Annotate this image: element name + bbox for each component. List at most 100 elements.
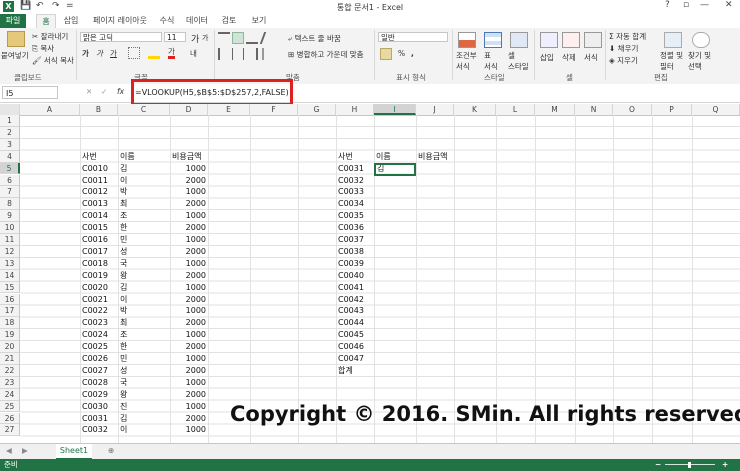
find-select-label[interactable]: 찾기 및 선택 [688,50,711,72]
row-header-10[interactable]: 10 [0,222,20,234]
wrap-text-button[interactable]: ⤶ 텍스트 줄 바꿈 [288,33,341,44]
row-header-3[interactable]: 3 [0,138,20,151]
column-header-p[interactable]: P [652,104,692,115]
name-cell[interactable]: 국 [120,258,156,270]
cell-styles-label[interactable]: 셀 스타일 [508,50,529,72]
conditional-format-icon[interactable] [458,32,476,48]
name-cell[interactable]: 민 [120,353,156,365]
row-header-11[interactable]: 11 [0,234,20,246]
align-left-icon[interactable] [218,48,230,60]
column-header-m[interactable]: M [535,104,575,115]
name-cell[interactable]: 한 [120,222,156,234]
lookup-emp-id-cell[interactable]: C0045 [338,329,374,341]
tab-page-layout[interactable]: 페이지 레이아웃 [90,14,150,28]
align-top-icon[interactable] [218,32,230,44]
emp-id-cell[interactable]: C0032 [82,424,118,436]
cost-cell[interactable]: 1000 [170,234,206,246]
header-name[interactable]: 이름 [120,151,156,163]
sort-filter-icon[interactable] [664,32,682,48]
lookup-emp-id-cell[interactable]: C0032 [338,175,374,187]
cost-cell[interactable]: 2000 [170,341,206,353]
cell-styles-icon[interactable] [510,32,528,48]
delete-cells-label[interactable]: 삭제 [562,52,576,63]
fill-button[interactable]: ⬇ 채우기 [609,43,638,54]
next-sheet-icon[interactable]: ▶ [22,446,28,455]
lookup-emp-id-cell[interactable]: C0036 [338,222,374,234]
cost-cell[interactable]: 1000 [170,401,206,413]
lookup-emp-id-cell[interactable]: C0034 [338,198,374,210]
row-header-7[interactable]: 7 [0,186,20,199]
insert-cells-icon[interactable] [540,32,558,48]
row-header-24[interactable]: 24 [0,388,20,401]
sort-filter-label[interactable]: 정렬 및 필터 [660,50,683,72]
clear-button[interactable]: ◈ 지우기 [609,55,638,66]
cost-cell[interactable]: 1000 [170,282,206,294]
cost-cell[interactable]: 1000 [170,329,206,341]
find-select-icon[interactable] [692,32,710,48]
worksheet-grid[interactable]: 1 2 3 4 5 6 7 8 9 10 11 12 13 14 15 16 17 18 19 20 21 22 23 24 2… [0,115,740,443]
row-header-25[interactable]: 25 [0,400,20,413]
lookup-emp-id-cell[interactable]: C0033 [338,186,374,198]
ribbon-display-icon[interactable]: ▫ [683,0,689,10]
name-cell[interactable]: 성 [120,246,156,258]
emp-id-cell[interactable]: C0023 [82,317,118,329]
emp-id-cell[interactable]: C0026 [82,353,118,365]
number-format-select[interactable]: 일반 [378,32,448,42]
name-cell[interactable]: 이 [120,175,156,187]
cost-cell[interactable]: 2000 [170,270,206,282]
tab-insert[interactable]: 삽입 [60,14,82,28]
merge-center-button[interactable]: ⊞ 병합하고 가운데 맞춤 [288,49,364,60]
name-cell[interactable]: 박 [120,305,156,317]
column-header-j[interactable]: J [416,104,454,115]
cost-cell[interactable]: 2000 [170,198,206,210]
name-cell[interactable]: 김 [120,282,156,294]
cost-cell[interactable]: 2000 [170,413,206,425]
format-painter-button[interactable]: 🖌 서식 복사 [32,55,74,66]
select-all-button[interactable] [0,104,20,115]
lookup-emp-id-cell[interactable]: C0044 [338,317,374,329]
font-color-button[interactable]: 가 [168,47,175,59]
delete-cells-icon[interactable] [562,32,580,48]
row-header-8[interactable]: 8 [0,198,20,211]
italic-button[interactable]: 가 [96,48,103,59]
indent-icon[interactable] [262,48,274,60]
add-sheet-icon[interactable]: ⊕ [108,446,114,455]
emp-id-cell[interactable]: C0028 [82,377,118,389]
enter-formula-icon[interactable]: ✓ [101,87,107,96]
lookup-emp-id-cell[interactable]: C0042 [338,294,374,306]
name-cell[interactable]: 김 [120,163,156,175]
emp-id-cell[interactable]: C0019 [82,270,118,282]
lookup-emp-id-cell[interactable]: C0046 [338,341,374,353]
emp-id-cell[interactable]: C0022 [82,305,118,317]
cost-cell[interactable]: 1000 [170,186,206,198]
cost-cell[interactable]: 1000 [170,163,206,175]
cancel-formula-icon[interactable]: ✕ [86,87,92,96]
column-header-b[interactable]: B [80,104,118,115]
lookup-emp-id-cell[interactable]: C0039 [338,258,374,270]
emp-id-cell[interactable]: C0020 [82,282,118,294]
column-header-n[interactable]: N [575,104,613,115]
lookup-header-cost[interactable]: 비용금액 [418,151,454,163]
header-cost[interactable]: 비용금액 [172,151,208,163]
orientation-icon[interactable] [259,32,277,44]
column-header-d[interactable]: D [170,104,208,115]
copy-button[interactable]: ⎘ 복사 [32,43,54,54]
row-header-21[interactable]: 21 [0,353,20,365]
tab-file[interactable]: 파일 [0,14,26,28]
lookup-emp-id-cell[interactable]: C0038 [338,246,374,258]
cost-cell[interactable]: 2000 [170,389,206,401]
format-as-table-icon[interactable] [484,32,502,48]
grow-font-button[interactable]: 가 [191,32,199,45]
row-header-20[interactable]: 20 [0,341,20,353]
minimize-button[interactable]: — [700,0,709,10]
column-header-l[interactable]: L [496,104,535,115]
phonetic-button[interactable]: 내 [190,48,197,59]
name-cell[interactable]: 최 [120,198,156,210]
lookup-emp-id-cell[interactable]: C0043 [338,305,374,317]
format-cells-label[interactable]: 서식 [584,52,598,63]
cost-cell[interactable]: 1000 [170,424,206,436]
currency-icon[interactable] [380,48,392,60]
cost-cell[interactable]: 2000 [170,246,206,258]
column-header-q[interactable]: Q [692,104,740,115]
name-cell[interactable]: 조 [120,329,156,341]
